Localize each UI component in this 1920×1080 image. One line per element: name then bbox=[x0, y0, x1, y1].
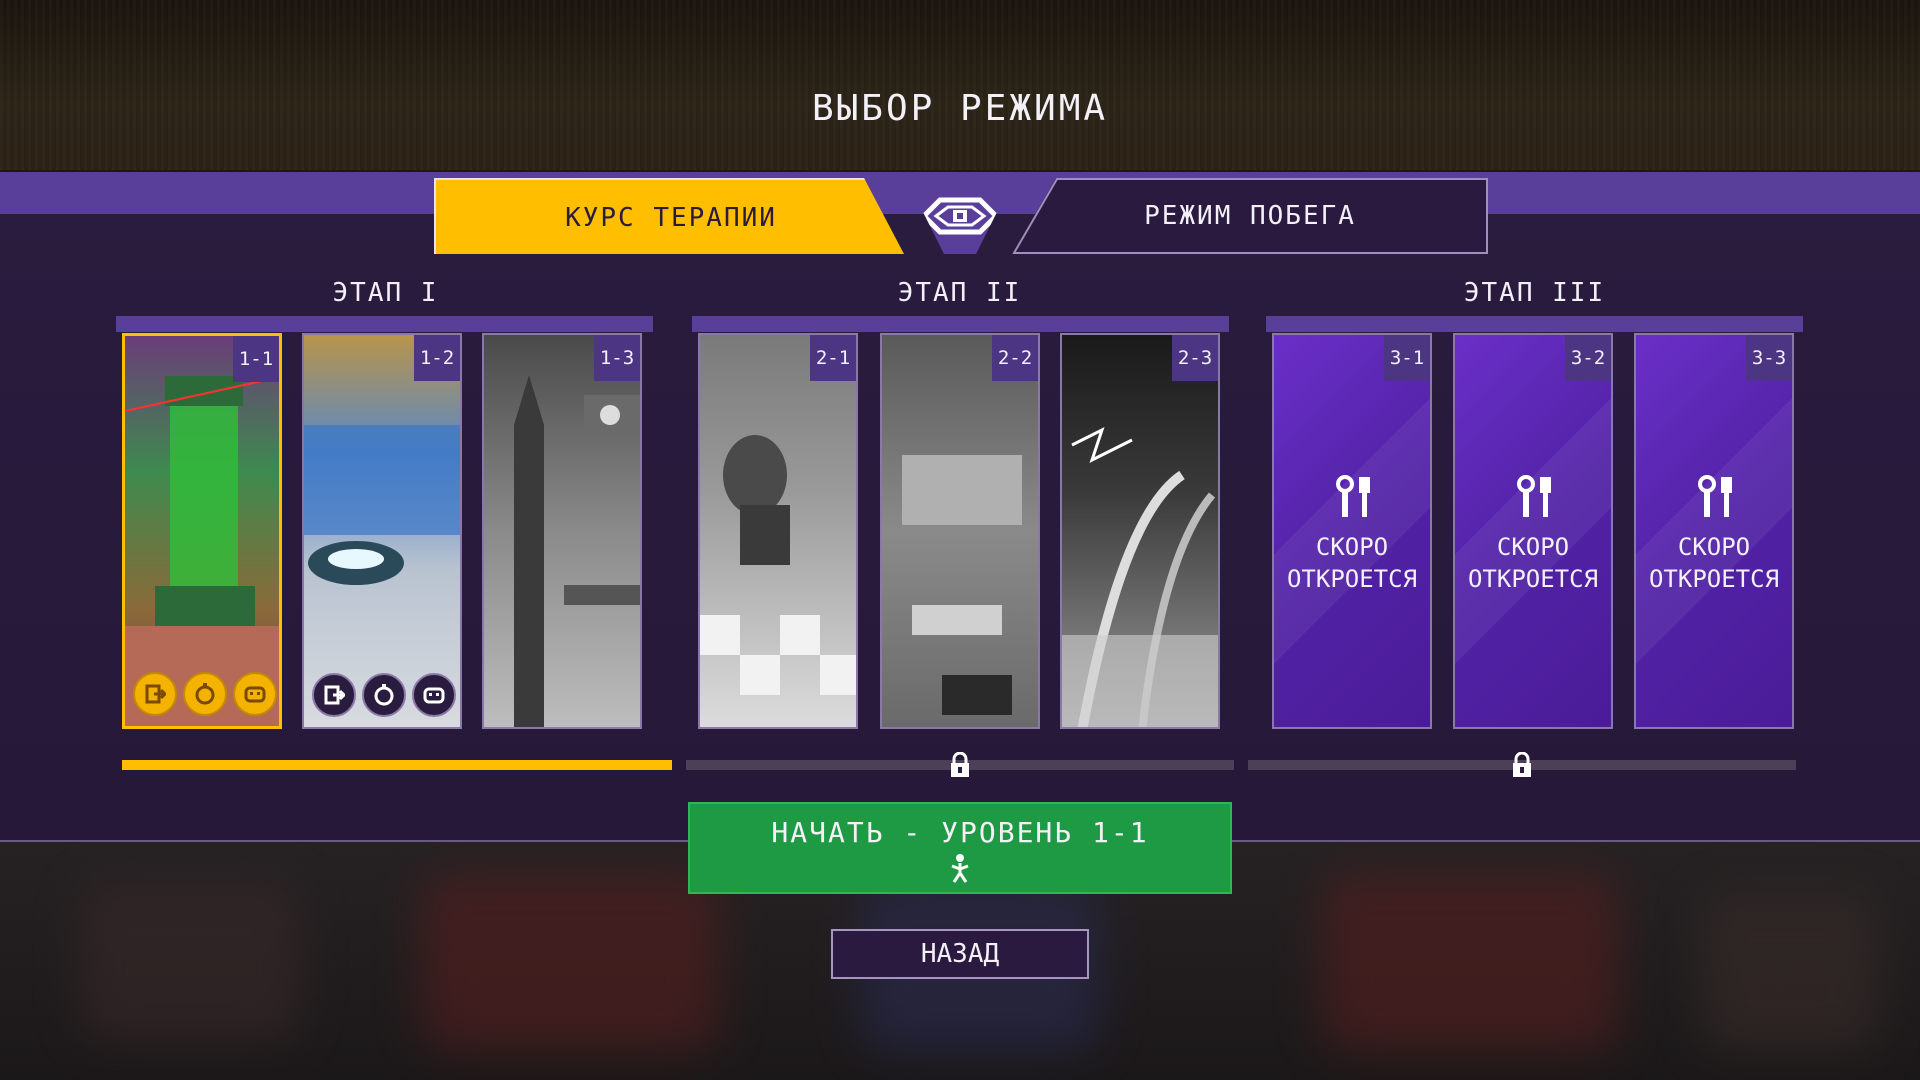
stage-title-1: ЭТАП I bbox=[332, 278, 439, 308]
back-button-label: НАЗАД bbox=[920, 939, 1000, 969]
robot-badge-icon bbox=[233, 672, 277, 716]
coming-soon-text: СКОРО ОТКРОЕТСЯ bbox=[1648, 533, 1780, 593]
timer-badge-icon bbox=[362, 673, 406, 717]
level-card-2-2[interactable]: 2-2 bbox=[880, 333, 1040, 729]
tab-escape[interactable]: РЕЖИМ ПОБЕГА bbox=[1012, 178, 1488, 254]
level-card-3-3[interactable]: 3-3 СКОРО ОТКРОЕТСЯ bbox=[1634, 333, 1794, 729]
stage-progress-1 bbox=[122, 760, 672, 770]
level-label-2-2: 2-2 bbox=[992, 335, 1038, 381]
level-card-1-3[interactable]: 1-3 bbox=[482, 333, 642, 729]
level-preview-1-1 bbox=[125, 376, 279, 726]
tools-icon bbox=[1336, 475, 1370, 517]
level-label-3-3: 3-3 bbox=[1746, 335, 1792, 381]
lock-icon bbox=[1513, 752, 1531, 777]
level-preview-1-2 bbox=[304, 425, 460, 585]
level-card-2-1[interactable]: 2-1 bbox=[698, 333, 858, 729]
page-title: ВЫБОР РЕЖИМА bbox=[811, 88, 1109, 129]
level-card-3-2[interactable]: 3-2 СКОРО ОТКРОЕТСЯ bbox=[1453, 333, 1613, 729]
badge-row-1-1 bbox=[133, 672, 277, 716]
level-label-1-1: 1-1 bbox=[233, 336, 279, 382]
back-button[interactable]: НАЗАД bbox=[831, 929, 1089, 979]
start-button[interactable]: НАЧАТЬ - УРОВЕНЬ 1-1 bbox=[688, 802, 1232, 894]
stage-bar-3 bbox=[1266, 316, 1803, 332]
coming-soon-text: СКОРО ОТКРОЕТСЯ bbox=[1467, 533, 1599, 593]
badge-row-1-2 bbox=[312, 673, 456, 717]
tab-therapy-label: КУРС ТЕРАПИИ bbox=[565, 203, 777, 233]
tools-icon bbox=[1517, 475, 1551, 517]
level-preview-1-3 bbox=[514, 375, 640, 727]
lock-icon bbox=[951, 752, 969, 777]
level-card-1-1[interactable]: 1-1 bbox=[122, 333, 282, 729]
player-icon bbox=[951, 854, 969, 883]
level-label-3-1: 3-1 bbox=[1384, 335, 1430, 381]
timer-badge-icon bbox=[183, 672, 227, 716]
level-label-3-2: 3-2 bbox=[1565, 335, 1611, 381]
level-preview-2-1 bbox=[700, 435, 856, 695]
tools-icon bbox=[1698, 475, 1732, 517]
level-card-1-2[interactable]: 1-2 bbox=[302, 333, 462, 729]
coming-soon-text: СКОРО ОТКРОЕТСЯ bbox=[1286, 533, 1418, 593]
start-button-label: НАЧАТЬ - УРОВЕНЬ 1-1 bbox=[771, 816, 1149, 849]
exit-badge-icon bbox=[312, 673, 356, 717]
level-label-2-3: 2-3 bbox=[1172, 335, 1218, 381]
exit-badge-icon bbox=[133, 672, 177, 716]
level-label-1-2: 1-2 bbox=[414, 335, 460, 381]
stage-bar-2 bbox=[692, 316, 1229, 332]
level-label-1-3: 1-3 bbox=[594, 335, 640, 381]
level-label-2-1: 2-1 bbox=[810, 335, 856, 381]
background-top bbox=[0, 0, 1920, 170]
level-card-3-1[interactable]: 3-1 СКОРО ОТКРОЕТСЯ bbox=[1272, 333, 1432, 729]
tab-therapy[interactable]: КУРС ТЕРАПИИ bbox=[434, 178, 904, 254]
stage-title-2: ЭТАП II bbox=[897, 278, 1022, 308]
level-preview-2-2 bbox=[902, 455, 1022, 715]
stage-bar-1 bbox=[116, 316, 653, 332]
tab-escape-label: РЕЖИМ ПОБЕГА bbox=[1144, 201, 1356, 231]
level-card-2-3[interactable]: 2-3 bbox=[1060, 333, 1220, 729]
robot-badge-icon bbox=[412, 673, 456, 717]
stage-title-3: ЭТАП III bbox=[1463, 278, 1606, 308]
level-preview-2-3 bbox=[1062, 427, 1218, 727]
